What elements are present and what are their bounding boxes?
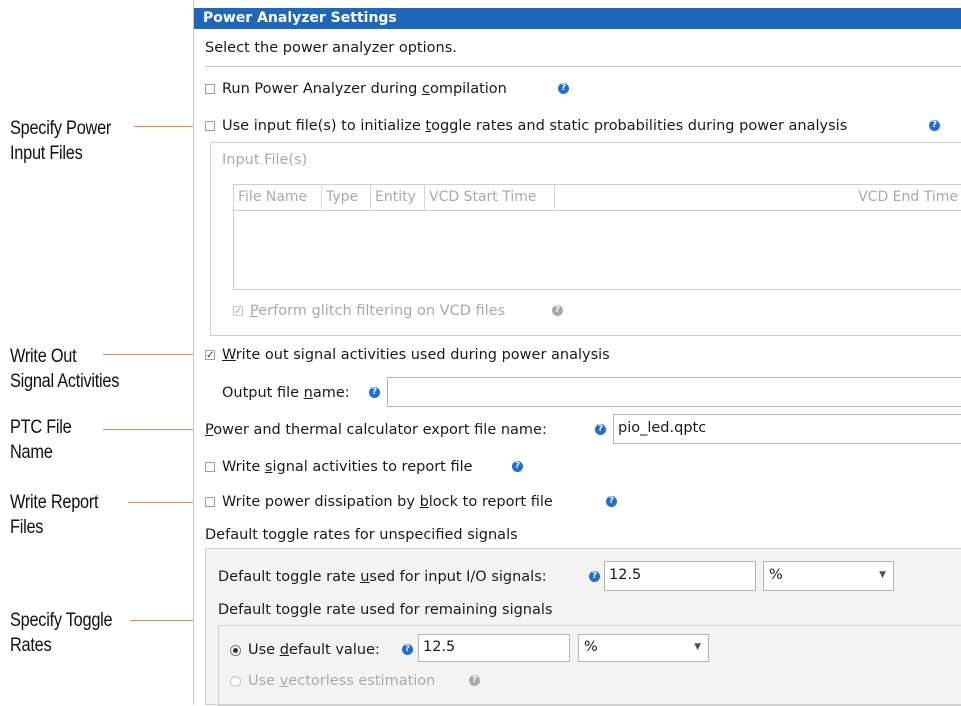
chevron-down-icon: ▼ (694, 642, 701, 652)
panel-title: Power Analyzer Settings (194, 8, 961, 29)
write-to-report-label[interactable]: Write signal activities to report file (222, 458, 473, 476)
power-analyzer-settings-panel: Power Analyzer Settings Select the power… (193, 0, 961, 706)
leader-line (103, 429, 206, 430)
callout-ptc-file-name: PTC File Name (10, 417, 72, 463)
input-io-unit-select[interactable]: % ▼ (763, 561, 894, 591)
input-files-group-label: Input File(s) (222, 152, 308, 168)
column-header[interactable]: Type (322, 185, 371, 209)
input-io-toggle-label: Default toggle rate used for input I/O s… (218, 569, 547, 585)
column-header[interactable]: File Name (234, 185, 322, 209)
callout-write-report-files: Write Report Files (10, 492, 99, 538)
callout-power-input-files: Specify Power Input Files (10, 118, 112, 164)
help-icon[interactable]: ? (469, 675, 480, 686)
use-vectorless-label[interactable]: Use vectorless estimation (248, 672, 435, 690)
use-input-files-label[interactable]: Use input file(s) to initialize toggle r… (222, 117, 847, 135)
help-icon[interactable]: ? (595, 424, 606, 435)
remaining-signals-group: Use default value: ? 12.5 % ▼ Use vectorl… (218, 625, 961, 706)
default-value-unit-select[interactable]: % ▼ (578, 634, 709, 662)
glitch-filtering-label[interactable]: Perform glitch filtering on VCD files (250, 302, 505, 320)
use-input-files-checkbox[interactable] (205, 121, 215, 131)
toggle-rates-group-label: Default toggle rates for unspecified sig… (205, 527, 518, 543)
help-icon[interactable]: ? (589, 571, 600, 582)
table-header: File Name Type Entity VCD Start Time VCD… (234, 185, 961, 211)
help-icon[interactable]: ? (552, 305, 563, 316)
help-icon[interactable]: ? (402, 644, 413, 655)
dissipation-by-block-label[interactable]: Write power dissipation by block to repo… (222, 493, 553, 511)
chevron-down-icon: ▼ (879, 570, 886, 580)
column-header[interactable]: VCD End Time (555, 185, 961, 209)
callout-write-out-signal-activities: Write Out Signal Activities (10, 346, 120, 392)
help-icon[interactable]: ? (558, 83, 569, 94)
default-value-input[interactable]: 12.5 (418, 634, 570, 662)
column-header[interactable]: VCD Start Time (425, 185, 555, 209)
write-signal-activities-label[interactable]: Write out signal activities used during … (222, 346, 610, 364)
help-icon[interactable]: ? (512, 461, 523, 472)
toggle-rates-group: Default toggle rate used for input I/O s… (205, 548, 961, 706)
run-during-compilation-label[interactable]: Run Power Analyzer during compilation (222, 80, 507, 98)
callout-specify-toggle-rates: Specify Toggle Rates (10, 610, 113, 656)
run-during-compilation-checkbox[interactable] (205, 84, 215, 94)
use-default-value-radio[interactable] (230, 645, 241, 656)
ptc-export-label: Power and thermal calculator export file… (205, 422, 547, 438)
glitch-filtering-checkbox[interactable]: ✓ (233, 306, 243, 317)
write-to-report-checkbox[interactable] (205, 462, 215, 472)
help-icon[interactable]: ? (929, 120, 940, 131)
write-signal-activities-checkbox[interactable]: ✓ (205, 350, 215, 361)
input-files-group: Input File(s) File Name Type Entity VCD … (210, 142, 961, 336)
use-vectorless-radio[interactable] (230, 676, 241, 687)
use-default-value-label[interactable]: Use default value: (248, 641, 380, 659)
help-icon[interactable]: ? (606, 496, 617, 507)
output-file-name-label: Output file name: (222, 385, 350, 401)
leader-line (103, 354, 206, 355)
panel-description: Select the power analyzer options. (205, 40, 457, 56)
help-icon[interactable]: ? (369, 387, 380, 398)
remaining-signals-label: Default toggle rate used for remaining s… (218, 602, 553, 618)
divider (205, 66, 961, 67)
column-header[interactable]: Entity (371, 185, 425, 209)
ptc-export-file-input[interactable]: pio_led.qptc (613, 414, 961, 444)
input-io-toggle-input[interactable]: 12.5 (604, 561, 756, 591)
dissipation-by-block-checkbox[interactable] (205, 497, 215, 507)
input-files-table[interactable]: File Name Type Entity VCD Start Time VCD… (233, 184, 961, 290)
output-file-name-input[interactable] (387, 377, 961, 407)
